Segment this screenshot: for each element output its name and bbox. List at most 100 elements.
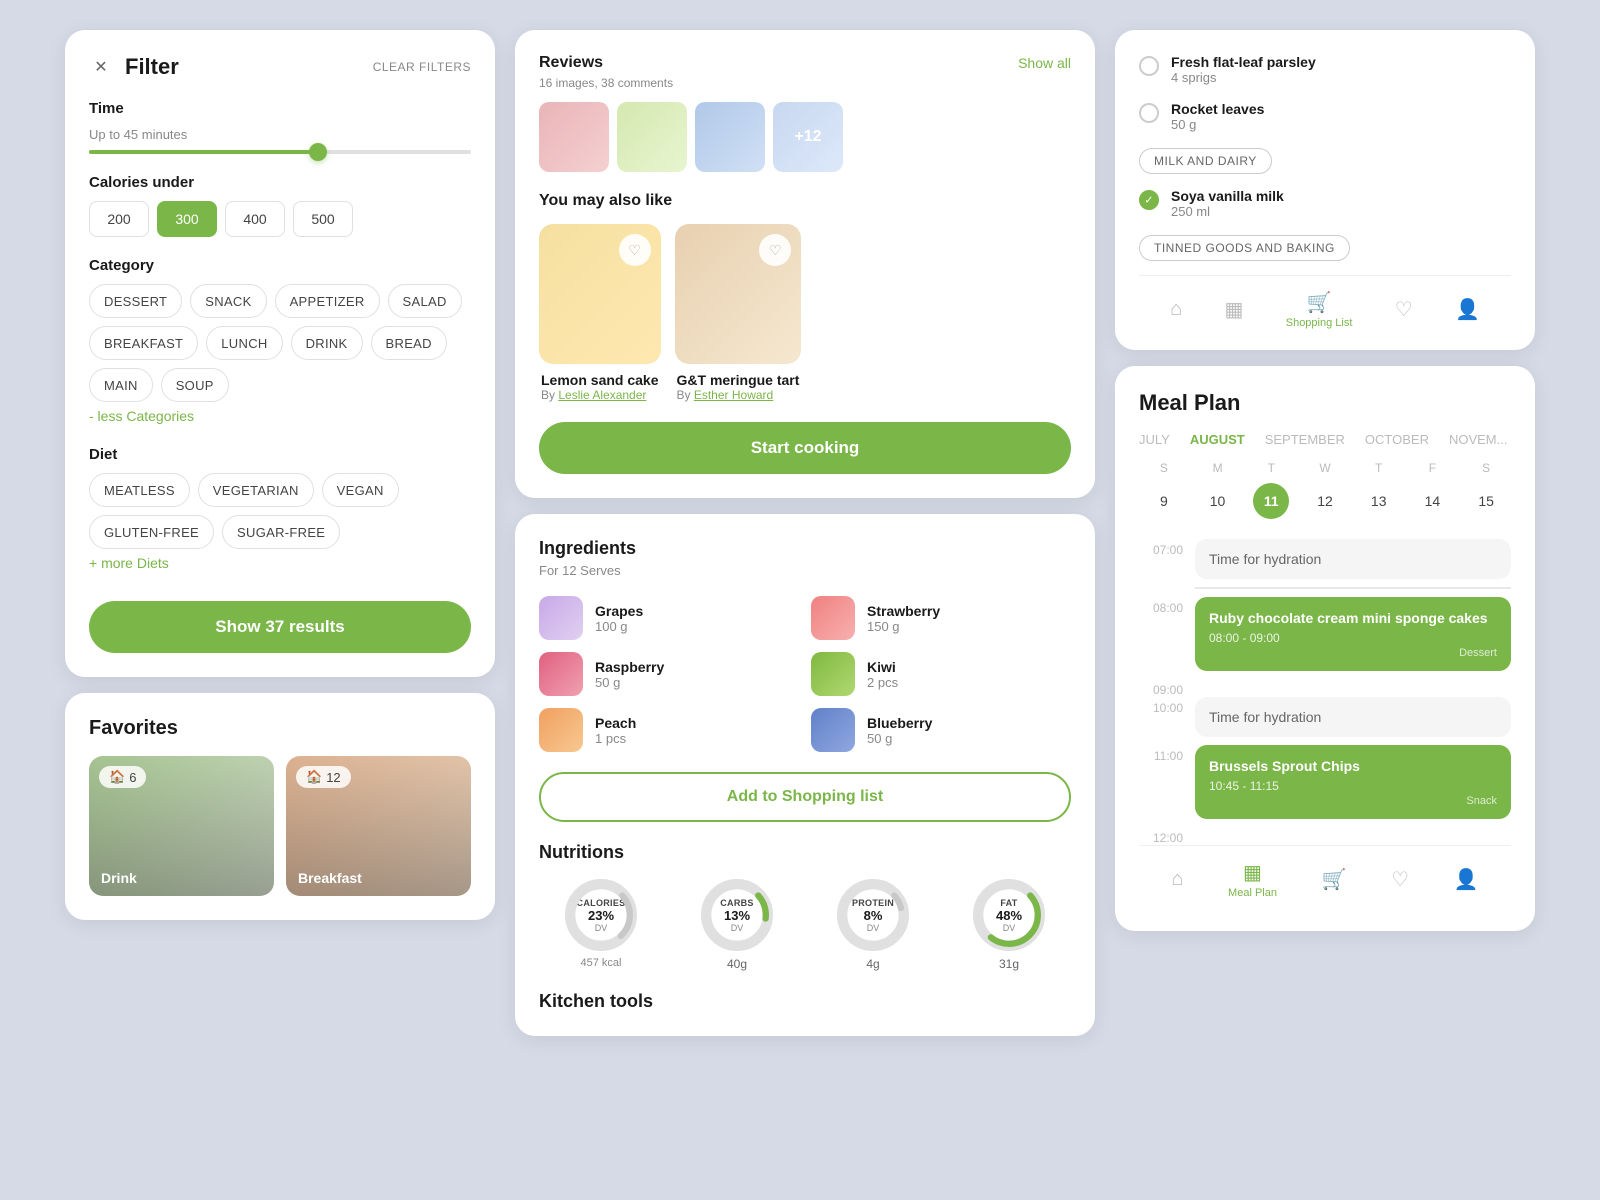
start-cooking-button[interactable]: Start cooking [539, 422, 1071, 474]
date-9[interactable]: 9 [1146, 483, 1182, 519]
ingredient-raspberry: Raspberry 50 g [539, 652, 799, 696]
date-11-today[interactable]: 11 [1253, 483, 1289, 519]
tag-drink[interactable]: DRINK [291, 326, 363, 360]
tag-meatless[interactable]: MEATLESS [89, 473, 190, 507]
date-14[interactable]: 14 [1414, 483, 1450, 519]
tag-gluten-free[interactable]: GLUTEN-FREE [89, 515, 214, 549]
tl-event-brussels[interactable]: Brussels Sprout Chips 10:45 - 11:15 Snac… [1195, 745, 1511, 819]
range-thumb[interactable] [309, 143, 327, 161]
date-10[interactable]: 10 [1200, 483, 1236, 519]
calorie-400[interactable]: 400 [225, 201, 285, 237]
peach-amount: 1 pcs [595, 731, 636, 746]
tag-salad[interactable]: SALAD [388, 284, 462, 318]
calorie-300[interactable]: 300 [157, 201, 217, 237]
tl-time-1200: 12:00 [1139, 827, 1183, 845]
month-september[interactable]: SEPTEMBER [1265, 432, 1345, 447]
date-13[interactable]: 13 [1361, 483, 1397, 519]
blueberry-icon [811, 708, 855, 752]
grapes-name: Grapes [595, 603, 643, 619]
fav-card-breakfast[interactable]: 🏠 12 Breakfast [286, 756, 471, 896]
less-categories-link[interactable]: - less Categories [89, 408, 194, 424]
mp-nav-profile[interactable]: 👤 [1454, 867, 1479, 892]
calorie-500[interactable]: 500 [293, 201, 353, 237]
parsley-qty: 4 sprigs [1171, 70, 1316, 85]
tl-content-1000: Time for hydration [1195, 697, 1511, 745]
similar-card-tart[interactable]: ♡ G&T meringue tart By Esther Howard [675, 224, 802, 402]
nav-favorites[interactable]: ♡ [1395, 297, 1413, 322]
lemon-cake-author: By Leslie Alexander [539, 388, 661, 402]
tart-author-link[interactable]: Esther Howard [694, 388, 773, 402]
show-results-button[interactable]: Show 37 results [89, 601, 471, 653]
mp-nav-calendar[interactable]: ▦ Meal Plan [1228, 860, 1277, 899]
tag-dessert[interactable]: DESSERT [89, 284, 182, 318]
month-october[interactable]: OCTOBER [1365, 432, 1429, 447]
nut-fat-svg [973, 879, 1045, 951]
kiwi-amount: 2 pcs [867, 675, 898, 690]
mp-nav-shopping[interactable]: 🛒 [1322, 867, 1347, 892]
similar-cards: ♡ Lemon sand cake By Leslie Alexander ♡ … [539, 224, 1071, 402]
category-tags: DESSERT SNACK APPETIZER SALAD BREAKFAST … [89, 284, 471, 402]
show-all-link[interactable]: Show all [1018, 55, 1071, 71]
tag-appetizer[interactable]: APPETIZER [275, 284, 380, 318]
milk-name: Soya vanilla milk [1171, 188, 1284, 204]
month-november[interactable]: NOVEM... [1449, 432, 1508, 447]
mp-nav-favorites[interactable]: ♡ [1391, 867, 1409, 892]
review-image-3[interactable] [695, 102, 765, 172]
tag-breakfast[interactable]: BREAKFAST [89, 326, 198, 360]
close-icon[interactable]: ✕ [89, 55, 113, 79]
tag-lunch[interactable]: LUNCH [206, 326, 282, 360]
reviews-section: Reviews Show all 16 images, 38 comments … [539, 54, 1071, 172]
tag-vegan[interactable]: VEGAN [322, 473, 399, 507]
tl-row-1200: 12:00 [1139, 827, 1511, 845]
nav-profile[interactable]: 👤 [1455, 297, 1480, 322]
weekday-s1: S [1139, 461, 1189, 475]
diet-tags: MEATLESS VEGETARIAN VEGAN GLUTEN-FREE SU… [89, 473, 471, 549]
nav-calendar[interactable]: ▦ [1225, 297, 1244, 322]
nav-home[interactable]: ⌂ [1170, 298, 1182, 321]
calendar-nav-icon: ▦ [1225, 297, 1244, 322]
tl-event-ruby[interactable]: Ruby chocolate cream mini sponge cakes 0… [1195, 597, 1511, 671]
similar-card-lemon[interactable]: ♡ Lemon sand cake By Leslie Alexander [539, 224, 661, 402]
time-range-track[interactable] [89, 150, 471, 154]
rocket-radio[interactable] [1139, 103, 1159, 123]
parsley-radio[interactable] [1139, 56, 1159, 76]
add-to-shopping-button[interactable]: Add to Shopping list [539, 772, 1071, 822]
ingredient-blueberry: Blueberry 50 g [811, 708, 1071, 752]
mp-nav-home[interactable]: ⌂ [1171, 868, 1183, 891]
brussels-time: 10:45 - 11:15 [1209, 779, 1497, 793]
filter-time-section: Time Up to 45 minutes [89, 100, 471, 154]
fav-card-drink[interactable]: 🏠 6 Drink [89, 756, 274, 896]
lemon-cake-name: Lemon sand cake [539, 372, 661, 388]
milk-radio[interactable] [1139, 190, 1159, 210]
nav-shopping[interactable]: 🛒 Shopping List [1286, 290, 1353, 329]
month-july[interactable]: JULY [1139, 432, 1170, 447]
month-august[interactable]: AUGUST [1190, 432, 1245, 447]
more-diets-link[interactable]: + more Diets [89, 555, 169, 571]
timeline: 07:00 Time for hydration 08:00 Ruby choc… [1139, 539, 1511, 845]
tl-time-1000: 10:00 [1139, 697, 1183, 745]
weekday-t2: T [1354, 461, 1404, 475]
nut-carbs-circle: CARBS 13% DV [701, 879, 773, 951]
tag-bread[interactable]: BREAD [371, 326, 447, 360]
tag-sugar-free[interactable]: SUGAR-FREE [222, 515, 340, 549]
tag-vegetarian[interactable]: VEGETARIAN [198, 473, 314, 507]
calorie-200[interactable]: 200 [89, 201, 149, 237]
tag-main[interactable]: MAIN [89, 368, 153, 402]
tl-time-1100: 11:00 [1139, 745, 1183, 827]
mealplan-panel: Meal Plan JULY AUGUST SEPTEMBER OCTOBER … [1115, 366, 1535, 931]
tag-soup[interactable]: SOUP [161, 368, 229, 402]
review-image-2[interactable] [617, 102, 687, 172]
clear-filters-button[interactable]: CLEAR FILTERS [373, 60, 471, 74]
date-15[interactable]: 15 [1468, 483, 1504, 519]
heart-icon-lemon[interactable]: ♡ [619, 234, 651, 266]
nut-fat-value: 31g [999, 957, 1019, 971]
mealplan-nav-bar: ⌂ ▦ Meal Plan 🛒 ♡ 👤 [1139, 845, 1511, 907]
shopping-nav-label: Shopping List [1286, 317, 1353, 329]
tag-snack[interactable]: SNACK [190, 284, 266, 318]
date-12[interactable]: 12 [1307, 483, 1343, 519]
nut-fat: FAT 48% DV 31g [947, 879, 1071, 971]
review-image-1[interactable] [539, 102, 609, 172]
review-image-4[interactable]: +12 [773, 102, 843, 172]
recipe-panel: Reviews Show all 16 images, 38 comments … [515, 30, 1095, 498]
lemon-author-link[interactable]: Leslie Alexander [558, 388, 646, 402]
